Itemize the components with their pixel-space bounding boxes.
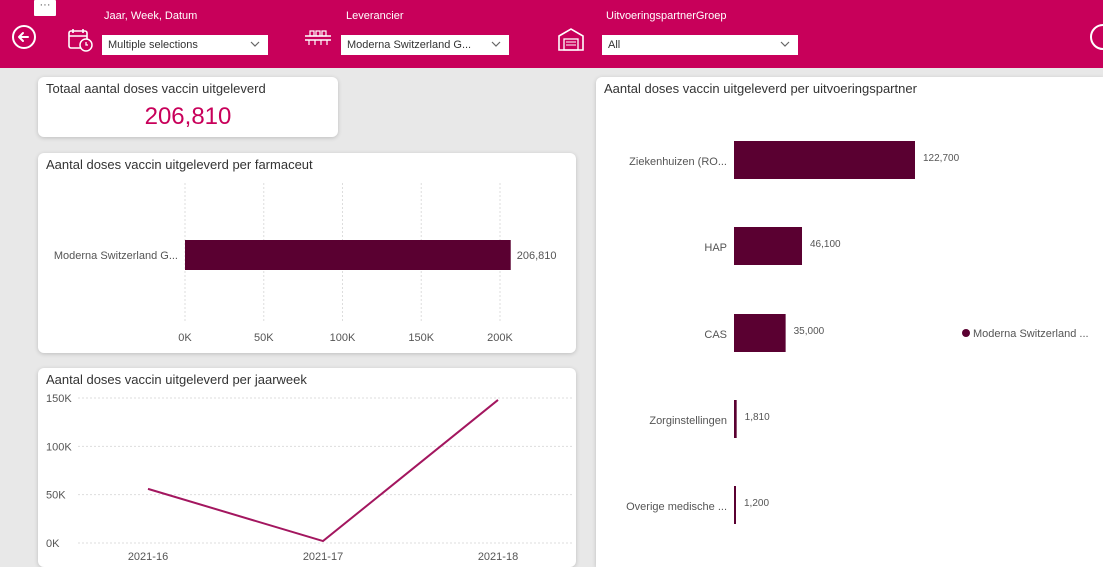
x-tick-label: 50K <box>254 332 274 344</box>
kpi-card: Totaal aantal doses vaccin uitgeleverd 2… <box>38 77 338 137</box>
refresh-button[interactable] <box>1090 24 1103 50</box>
filter-label-partner-group: UitvoeringspartnerGroep <box>606 10 727 22</box>
partner-group-slicer-value: All <box>608 39 621 51</box>
bar <box>185 240 511 270</box>
bar <box>734 400 737 438</box>
kpi-title: Totaal aantal doses vaccin uitgeleverd <box>46 81 266 96</box>
legend-marker <box>962 329 970 337</box>
bar <box>734 486 736 524</box>
data-label: 35,000 <box>794 326 825 337</box>
data-label: 1,810 <box>745 412 770 423</box>
filter-bar: ··· Jaar, Week, Datum Multiple selection… <box>0 0 1103 68</box>
data-label: 1,200 <box>744 498 769 509</box>
y-tick-label: 0K <box>46 538 60 550</box>
category-label: HAP <box>704 242 727 254</box>
bar <box>734 141 915 179</box>
calendar-icon <box>68 29 93 52</box>
kpi-value: 206,810 <box>144 103 232 130</box>
x-tick-label: 2021-18 <box>478 551 518 563</box>
partner-bar-chart: Ziekenhuizen (RO... 122,700 HAP 46,100 CAS 35… <box>626 141 1089 524</box>
chevron-down-icon <box>780 41 790 47</box>
filter-label-supplier: Leverancier <box>346 10 404 22</box>
supplier-slicer[interactable]: Moderna Switzerland G... <box>341 35 509 55</box>
chevron-down-icon <box>491 41 501 47</box>
filter-label-date: Jaar, Week, Datum <box>104 10 198 22</box>
x-tick-label: 100K <box>330 332 356 344</box>
category-label: Zorginstellingen <box>649 415 727 427</box>
data-label: 206,810 <box>517 250 557 262</box>
category-label: Overige medische ... <box>626 501 727 513</box>
back-arrow-icon <box>18 32 29 42</box>
x-tick-label: 2021-16 <box>128 551 168 563</box>
bar <box>734 227 803 265</box>
y-tick-label: 50K <box>46 490 66 502</box>
bar <box>734 314 786 352</box>
factory-icon <box>305 30 331 45</box>
x-tick-label: 0K <box>178 332 192 344</box>
series-line <box>147 399 499 543</box>
x-tick-label: 150K <box>408 332 434 344</box>
chart-per-manufacturer: Aantal doses vaccin uitgeleverd per farm… <box>38 153 576 353</box>
chart-per-partner: Aantal doses vaccin uitgeleverd per uitv… <box>596 77 1103 567</box>
category-label: Ziekenhuizen (RO... <box>629 156 727 168</box>
x-tick-label: 200K <box>487 332 513 344</box>
back-button[interactable] <box>12 25 36 49</box>
date-slicer-value: Multiple selections <box>108 39 198 51</box>
data-label: 46,100 <box>810 239 841 250</box>
manufacturer-bar-chart: 0K 50K 100K 150K 200K Moderna Switzerland G..… <box>54 183 557 344</box>
legend-label: Moderna Switzerland ... <box>973 328 1089 340</box>
supplier-slicer-value: Moderna Switzerland G... <box>347 39 472 51</box>
chevron-down-icon <box>250 41 260 47</box>
data-label: 122,700 <box>923 153 960 164</box>
partner-group-slicer[interactable]: All <box>602 35 798 55</box>
x-tick-label: 2021-17 <box>303 551 343 563</box>
y-tick-label: 100K <box>46 441 72 453</box>
category-label: Moderna Switzerland G... <box>54 250 178 262</box>
date-slicer[interactable]: Multiple selections <box>102 35 268 55</box>
category-label: CAS <box>704 329 727 341</box>
y-tick-label: 150K <box>46 393 72 405</box>
chart-per-week: Aantal doses vaccin uitgeleverd per jaar… <box>38 368 576 567</box>
more-options-button[interactable]: ··· <box>34 0 56 16</box>
week-line-chart: 0K 50K 100K 150K 2021-16 2021-17 2021-18 <box>46 393 574 563</box>
warehouse-icon <box>558 28 584 51</box>
